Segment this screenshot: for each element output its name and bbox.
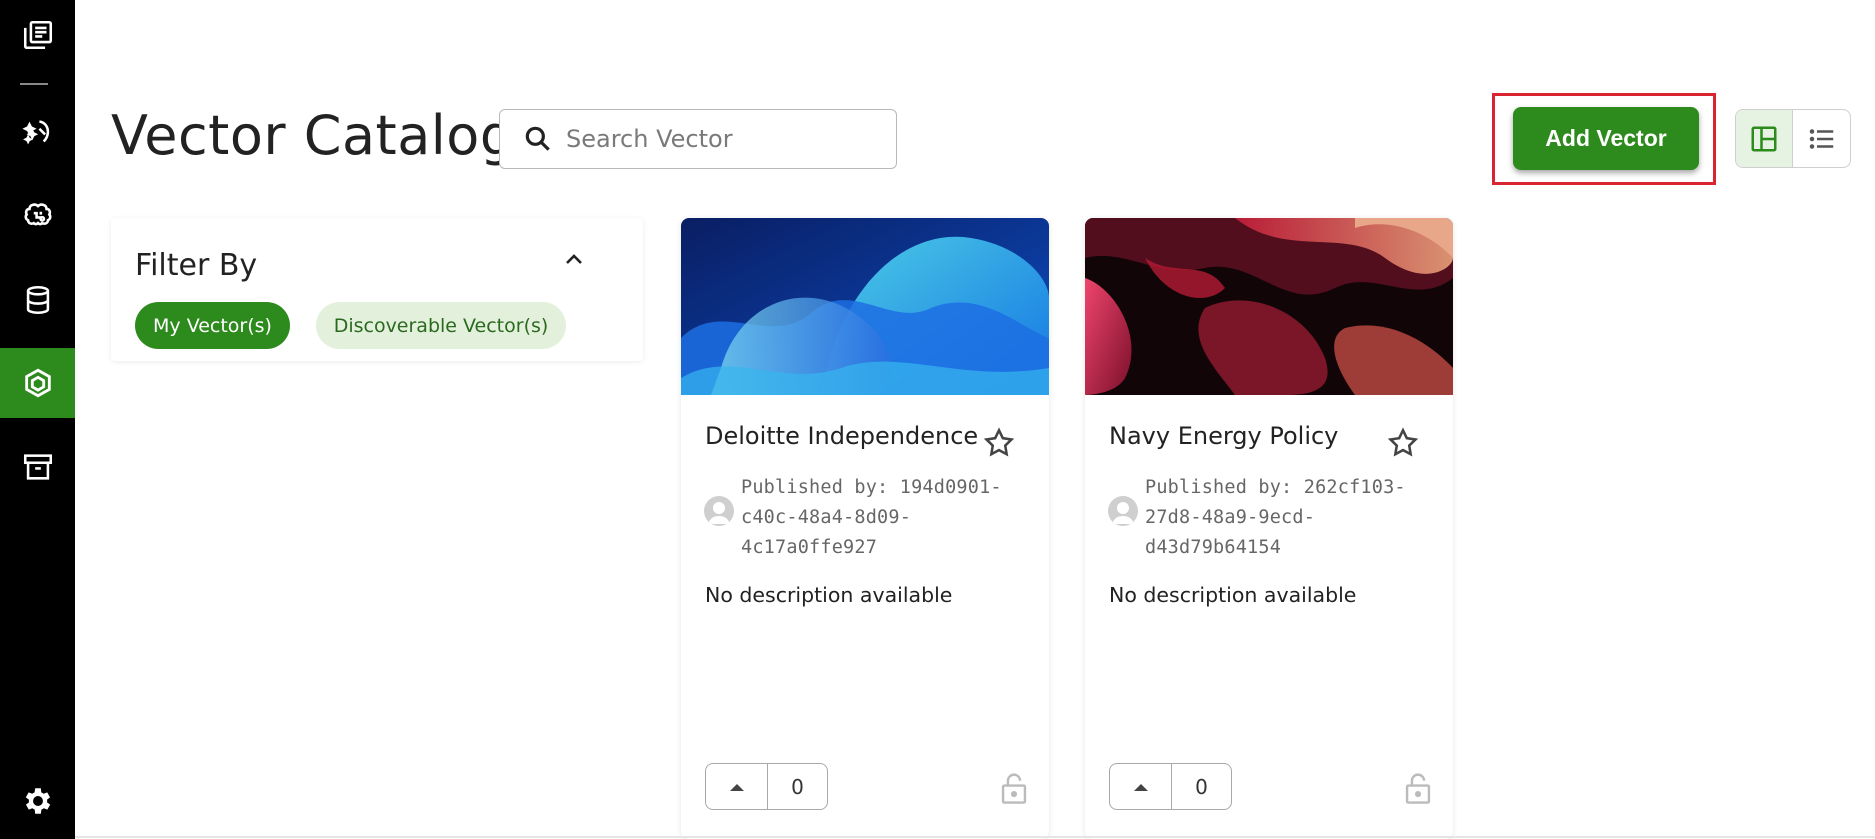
- list-view-icon: [1809, 128, 1833, 149]
- vector-card[interactable]: Deloitte Independence Published by: 194d…: [681, 218, 1049, 839]
- card-description: No description available: [1109, 583, 1357, 607]
- vector-card[interactable]: Navy Energy Policy Published by: 262cf10…: [1085, 218, 1453, 839]
- sidebar: [0, 0, 75, 839]
- vector-cube-icon: [24, 368, 51, 398]
- search-box[interactable]: [499, 109, 897, 169]
- magic-wand-icon: [21, 120, 49, 145]
- search-input[interactable]: [566, 125, 886, 153]
- upvote-control: 0: [705, 763, 828, 810]
- upvote-button[interactable]: [1110, 764, 1172, 809]
- archive-icon: [23, 454, 52, 480]
- filter-chip-my-vectors[interactable]: My Vector(s): [135, 302, 290, 349]
- vote-count: 0: [1195, 774, 1208, 799]
- sidebar-item-library[interactable]: [0, 0, 75, 70]
- sidebar-item-database[interactable]: [0, 265, 75, 335]
- card-title: Deloitte Independence: [705, 422, 979, 450]
- star-icon[interactable]: [1386, 426, 1420, 460]
- filter-panel: Filter By My Vector(s) Discoverable Vect…: [111, 218, 643, 361]
- upvote-button[interactable]: [706, 764, 768, 809]
- database-icon: [26, 285, 49, 315]
- sidebar-item-settings[interactable]: [0, 766, 75, 836]
- add-vector-button[interactable]: Add Vector: [1513, 107, 1699, 170]
- brain-icon: [23, 203, 52, 226]
- list-view-button[interactable]: [1793, 110, 1850, 167]
- card-publisher: Published by: 194d0901-c40c-48a4-8d09-4c…: [741, 477, 1002, 558]
- sidebar-item-models[interactable]: [0, 181, 75, 251]
- star-icon[interactable]: [982, 426, 1016, 460]
- filter-title: Filter By: [135, 248, 258, 283]
- avatar-icon: [704, 496, 734, 526]
- avatar-icon: [1108, 496, 1138, 526]
- gear-icon: [25, 788, 50, 814]
- card-title: Navy Energy Policy: [1109, 422, 1339, 450]
- card-publisher: Published by: 262cf103-27d8-48a9-9ecd-d4…: [1145, 477, 1406, 558]
- page-title: Vector Catalog: [111, 104, 515, 167]
- vote-count: 0: [791, 774, 804, 799]
- sidebar-item-vectors[interactable]: [0, 348, 75, 418]
- card-banner-image: [681, 218, 1049, 395]
- caret-up-icon: [1133, 783, 1148, 791]
- card-banner-image: [1085, 218, 1453, 395]
- filter-chip-discoverable-vectors[interactable]: Discoverable Vector(s): [316, 302, 566, 349]
- lock-open-icon: [1405, 773, 1431, 804]
- card-description: No description available: [705, 583, 953, 607]
- library-icon: [23, 20, 52, 50]
- page-bottom-border: [75, 836, 1875, 838]
- sidebar-item-archive[interactable]: [0, 432, 75, 502]
- chevron-up-icon[interactable]: [562, 248, 586, 272]
- grid-view-icon: [1751, 126, 1777, 151]
- view-toggle: [1735, 109, 1851, 168]
- sidebar-divider: [20, 83, 48, 85]
- upvote-control: 0: [1109, 763, 1232, 810]
- sidebar-item-prompt[interactable]: [0, 98, 75, 168]
- lock-open-icon: [1001, 773, 1027, 804]
- caret-up-icon: [729, 783, 744, 791]
- grid-view-button[interactable]: [1736, 110, 1794, 167]
- search-icon: [525, 126, 550, 151]
